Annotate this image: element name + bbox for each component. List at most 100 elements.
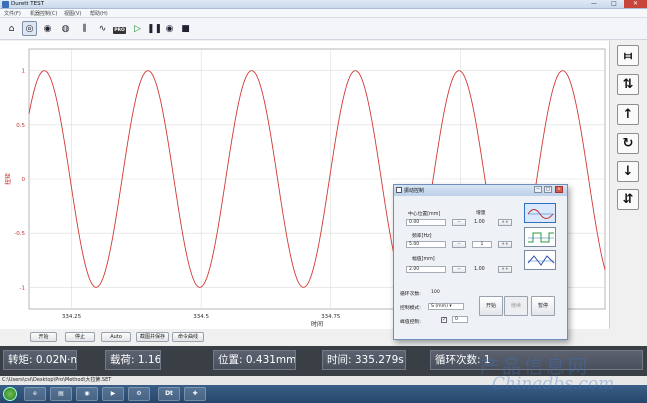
y-axis-label: 扭矩 [4,173,12,185]
close-button[interactable]: ✕ [624,0,647,8]
window-title: Durett TEST [11,1,44,7]
menu-machine[interactable]: 机器控制(C) [30,10,57,17]
peak-label: 峰值控制: [400,320,421,325]
amp-minus-button[interactable]: -- [452,266,466,273]
command-curve-button[interactable]: 命令曲线 [172,332,204,342]
start-button[interactable]: 开始 [30,332,57,342]
up-button[interactable]: ↑ [617,104,639,125]
down-up-button[interactable]: ⇵ [617,189,639,210]
load-readout: 载荷: 1.16N [105,350,161,370]
waveform-icon[interactable]: ∿ [95,21,110,36]
start-button-icon[interactable] [3,387,17,401]
taskbar-chrome-icon[interactable]: ◉ [76,387,98,401]
cycle-label: 循环次数: [400,292,421,297]
mode-1-icon[interactable]: ◎ [22,21,37,36]
watermark: 产品信息网 Chinadbs.com [468,350,638,400]
increment-value: 1.00 [474,220,485,225]
up-down-button[interactable]: ⇅ [617,74,639,95]
cycle-field[interactable]: 100 [428,289,462,296]
taskbar-ie-icon[interactable]: e [24,387,46,401]
taskbar-folder-icon[interactable]: ▤ [50,387,72,401]
amp-step-value: 1.00 [474,267,485,272]
menu-help[interactable]: 帮助(H) [90,10,108,17]
freq-minus-button[interactable]: -- [452,241,466,248]
watermark-line-2: Chinadbs.com [492,374,615,394]
amp-plus-button[interactable]: ++ [498,266,512,273]
peak-field[interactable]: 0 [452,316,468,323]
y-tick-label: -1 [20,285,25,291]
x-tick-label: 334.75 [321,314,341,320]
freq-plus-button[interactable]: ++ [498,241,512,248]
x-tick-label: 334.5 [193,314,209,320]
amp-field[interactable]: 2.00 [406,266,446,273]
torque-readout: 转矩: 0.02N·m [3,350,77,370]
mode-select[interactable]: S (mm) ▾ [428,303,464,310]
dialog-close-button[interactable]: × [555,186,563,193]
stop-button[interactable]: 停止 [65,332,95,342]
mode-label: 控制模式: [400,306,421,311]
menu-file[interactable]: 文件(F) [4,10,21,17]
y-tick-label: -0.5 [14,231,25,237]
dialog-minimize-button[interactable]: − [534,186,542,193]
amp-label: 幅值[mm] [412,257,435,262]
taskbar-tool-icon[interactable]: ⚙ [128,387,150,401]
freq-field[interactable]: 5.00 [406,241,446,248]
y-tick-label: 0 [22,177,26,183]
title-bar: Durett TEST — □ ✕ [0,0,647,9]
screenshot-save-button[interactable]: 截图并保存 [136,332,169,342]
menu-view[interactable]: 视图(V) [64,10,81,17]
record-icon[interactable]: ◉ [162,21,177,36]
taskbar-dt-icon[interactable]: Dt [158,387,180,401]
position-readout: 位置: 0.431mm [213,350,296,370]
chevron-down-icon: ▾ [449,304,452,309]
freq-step-field[interactable]: 1 [472,241,492,248]
dialog-icon [396,187,402,193]
app-icon [2,1,9,8]
maximize-button[interactable]: □ [604,0,624,8]
dialog-continue-button[interactable]: 继续 [504,296,528,316]
increment-label: 增量 [476,211,486,216]
freq-label: 频率[Hz] [412,234,432,239]
stop-icon[interactable]: ■ [178,21,193,36]
toolbar: ⌂ ◎ ◉ ◍ ⫼ ∿ PRO ▷ ❚❚ ◉ ■ [0,18,647,40]
home-icon[interactable]: ⌂ [4,21,19,36]
center-label: 中心位置[mm] [408,212,441,217]
square-wave-icon [528,232,554,243]
y-tick-label: 1 [22,69,26,75]
center-minus-button[interactable]: -- [452,219,466,226]
pro-icon[interactable]: PRO [112,21,127,36]
pro-label: PRO [113,27,126,34]
center-field[interactable]: 0.00 [406,219,446,226]
minimize-button[interactable]: — [584,0,604,8]
dialog-pause-button[interactable]: 暂停 [531,296,555,316]
tune-button[interactable]: ⧦ [617,45,639,66]
menu-bar: 文件(F) 机器控制(C) 视图(V) 帮助(H) [0,9,647,18]
down-button[interactable]: ↓ [617,161,639,182]
time-readout: 时间: 335.279s [322,350,406,370]
x-axis-label: 时间 [311,320,323,328]
peak-checkbox[interactable]: ✓ [441,317,447,323]
play-icon[interactable]: ▷ [130,21,145,36]
x-tick-label: 334.25 [62,314,82,320]
dialog-title: 振动控制 [404,188,425,194]
taskbar-app-icon[interactable]: ✚ [184,387,206,401]
square-wave-button[interactable] [524,227,556,247]
mode-2-icon[interactable]: ◉ [40,21,55,36]
dialog-start-button[interactable]: 开始 [479,296,503,316]
mode-select-value: S (mm) [431,304,448,309]
sine-wave-icon [527,209,554,219]
y-tick-label: 0.5 [16,123,25,129]
pause-icon[interactable]: ❚❚ [146,21,162,36]
dialog-title-bar: 振动控制 − □ × [394,185,567,196]
dialog-maximize-button[interactable]: □ [544,186,552,193]
refresh-button[interactable]: ↻ [617,133,639,154]
oscillation-control-dialog: 振动控制 − □ × 中心位置[mm] 增量 0.00 -- 1.00 ++ 频… [393,184,568,340]
mode-3-icon[interactable]: ◍ [58,21,73,36]
auto-button[interactable]: Auto [101,332,131,342]
center-plus-button[interactable]: ++ [498,219,512,226]
adjust-icon[interactable]: ⫼ [77,21,92,36]
taskbar-media-icon[interactable]: ▶ [102,387,124,401]
sine-wave-button[interactable] [524,203,556,223]
right-panel: ⧦ ⇅ ↑ ↻ ↓ ⇵ [610,41,647,329]
triangle-wave-button[interactable] [524,250,556,270]
